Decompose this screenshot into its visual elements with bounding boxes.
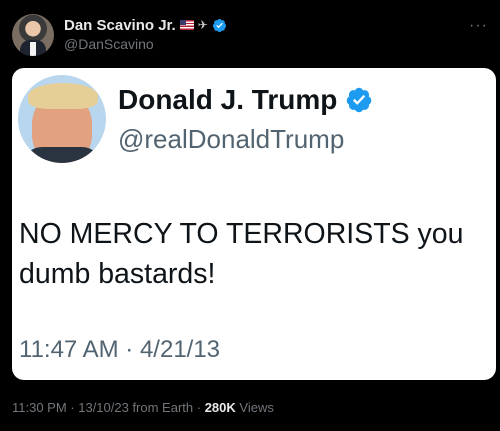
meta-separator: · xyxy=(193,400,205,415)
airplane-icon: ✈ xyxy=(197,18,208,32)
embedded-author-handle: @realDonaldTrump xyxy=(118,124,345,154)
verified-badge-icon xyxy=(347,87,372,113)
post-header: Dan Scavino Jr. ✈ @DanScavino ··· xyxy=(12,12,488,60)
embedded-tweet-text: NO MERCY TO TERRORISTS you dumb bastards… xyxy=(19,218,464,290)
author-handle[interactable]: @DanScavino xyxy=(64,36,154,52)
author-avatar[interactable] xyxy=(12,14,54,56)
more-horizontal-icon[interactable]: ··· xyxy=(469,18,488,34)
us-flag-icon xyxy=(179,20,194,30)
post-timestamp[interactable]: 11:30 PM · 13/10/23 from Earth xyxy=(12,400,193,415)
embedded-avatar xyxy=(18,75,106,163)
author-name-row: Dan Scavino Jr. ✈ xyxy=(64,15,227,35)
avatar-hair xyxy=(28,83,98,109)
verified-badge-icon xyxy=(212,18,226,32)
embedded-author-name: Donald J. Trump xyxy=(118,84,338,115)
views-label: Views xyxy=(235,400,274,415)
embedded-timestamp: 11:47 AM · 4/21/13 xyxy=(19,336,221,363)
post-meta: 11:30 PM · 13/10/23 from Earth · 280K Vi… xyxy=(12,400,274,415)
views-count: 280K xyxy=(204,400,236,415)
embedded-name-row: Donald J. Trump xyxy=(118,84,373,116)
embedded-tweet-screenshot[interactable]: Donald J. Trump @realDonaldTrump NO MERC… xyxy=(12,68,496,380)
author-name[interactable]: Dan Scavino Jr. xyxy=(64,17,176,34)
avatar-shirt xyxy=(30,42,36,56)
post-screen: Dan Scavino Jr. ✈ @DanScavino ··· Donald… xyxy=(0,0,500,431)
avatar-jacket xyxy=(22,147,102,163)
